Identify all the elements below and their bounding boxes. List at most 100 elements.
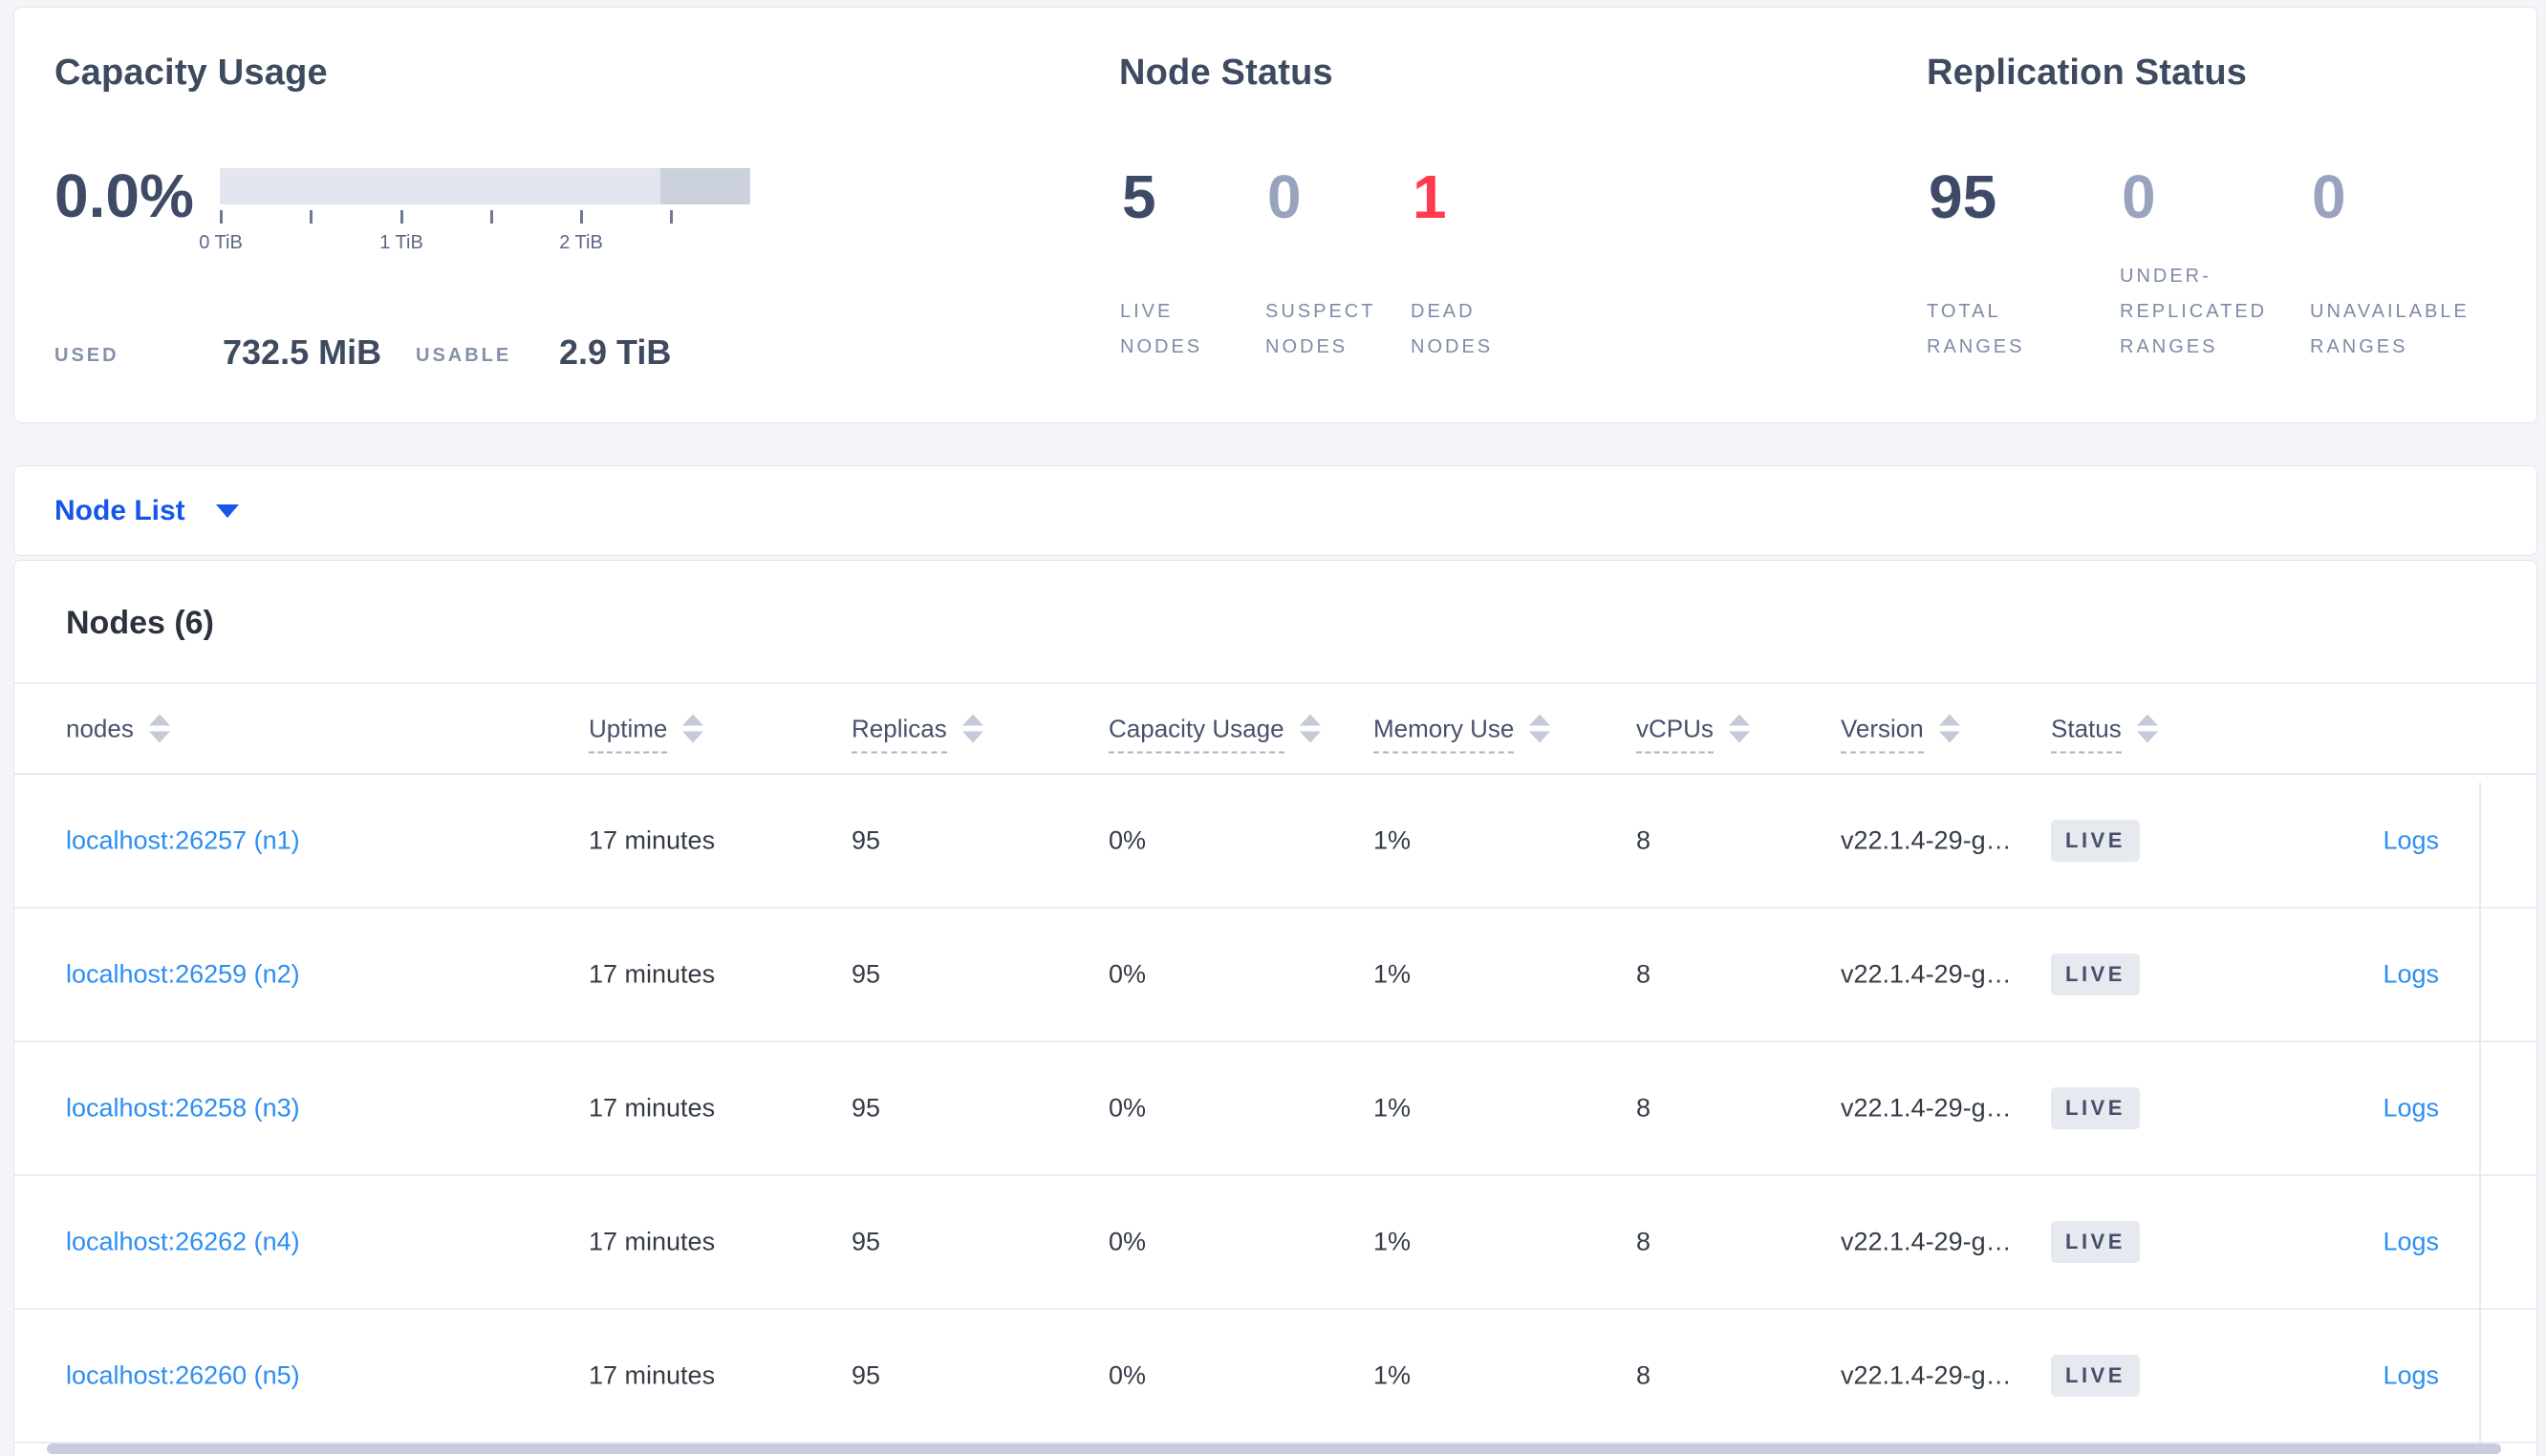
nodes-table-card: Nodes (6) nodes Uptime Replicas Capacity Us…	[13, 560, 2537, 1456]
column-header-label: Version	[1841, 714, 1924, 753]
table-row: localhost:26259 (n2) 17 minutes 95 0% 1% 8 v22…	[14, 909, 2536, 1042]
view-selector-card: Node List	[13, 465, 2537, 556]
cell-node: localhost:26259 (n2)	[66, 960, 300, 990]
node-link[interactable]: localhost:26260 (n5)	[66, 1361, 300, 1390]
node-status-stat-value: 1	[1413, 162, 1447, 231]
column-header-capacity-usage[interactable]: Capacity Usage	[1109, 714, 1321, 753]
used-label: USED	[54, 345, 119, 366]
cluster-summary-card: Capacity Usage 0.0% 0 TiB 1 TiB 2 TiB USED…	[13, 7, 2537, 423]
sort-icon[interactable]	[1728, 714, 1750, 743]
replication-stat-label: UNDER-REPLICATED RANGES	[2120, 266, 2268, 357]
capacity-bar-tick	[310, 210, 313, 224]
cell-status: LIVE	[2051, 1355, 2140, 1397]
node-list-dropdown[interactable]: Node List	[54, 466, 239, 555]
node-status-stat-label: DEAD NODES	[1411, 301, 1494, 357]
column-header-version[interactable]: Version	[1841, 714, 1960, 753]
node-status-title: Node Status	[1119, 53, 1333, 93]
capacity-tick-label: 2 TiB	[559, 232, 603, 253]
node-status-stat: 5 LIVE NODES	[1120, 166, 1254, 365]
status-badge: LIVE	[2051, 820, 2140, 862]
sort-icon[interactable]	[961, 714, 983, 743]
capacity-tick-label: 1 TiB	[379, 232, 423, 253]
cell-logs: Logs	[2383, 1094, 2439, 1124]
table-row: localhost:26257 (n1) 17 minutes 95 0% 1% 8 v22…	[14, 775, 2536, 909]
node-status-stat-value: 0	[1267, 162, 1302, 231]
cell-memory-use: 1%	[1373, 825, 1412, 855]
sort-icon[interactable]	[148, 714, 170, 743]
usable-label: USABLE	[416, 345, 512, 366]
cell-version: v22.1.4-29-g…	[1841, 959, 2012, 989]
cell-capacity-usage: 0%	[1109, 1227, 1147, 1256]
used-value: 732.5 MiB	[223, 332, 382, 372]
logs-link[interactable]: Logs	[2383, 1361, 2439, 1390]
column-header-label: Uptime	[589, 714, 668, 753]
cell-memory-use: 1%	[1373, 1360, 1412, 1390]
nodes-table-body: localhost:26257 (n1) 17 minutes 95 0% 1% 8 v22…	[14, 775, 2536, 1444]
cell-capacity-usage: 0%	[1109, 1360, 1147, 1390]
cell-status: LIVE	[2051, 1221, 2140, 1263]
cell-version: v22.1.4-29-g…	[1841, 1093, 2012, 1123]
sort-icon[interactable]	[1529, 714, 1551, 743]
replication-stat-value: 0	[2312, 162, 2346, 231]
cell-status: LIVE	[2051, 1087, 2140, 1129]
nodes-table-header-row: nodes Uptime Replicas Capacity Usage Memory …	[14, 682, 2536, 775]
cell-replicas: 95	[852, 1227, 881, 1256]
replication-status-title: Replication Status	[1927, 53, 2248, 93]
column-header-replicas[interactable]: Replicas	[852, 714, 983, 753]
sort-icon[interactable]	[682, 714, 704, 743]
column-header-label: Replicas	[852, 714, 947, 753]
cell-uptime: 17 minutes	[589, 1360, 716, 1390]
logs-link[interactable]: Logs	[2383, 826, 2439, 855]
chevron-down-icon	[215, 503, 239, 518]
status-badge: LIVE	[2051, 1087, 2140, 1129]
replication-stat: 0 UNAVAILABLE RANGES	[2310, 166, 2525, 365]
logs-link[interactable]: Logs	[2383, 960, 2439, 989]
cell-replicas: 95	[852, 825, 881, 855]
cell-logs: Logs	[2383, 1361, 2439, 1391]
capacity-bar-tick	[490, 210, 493, 224]
capacity-usage-bar	[220, 168, 750, 204]
cell-version: v22.1.4-29-g…	[1841, 1227, 2012, 1256]
replication-stat-label: TOTAL RANGES	[1927, 301, 2025, 357]
cell-vcpus: 8	[1636, 1227, 1651, 1256]
nodes-table-title: Nodes (6)	[66, 605, 214, 641]
capacity-bar-tick	[670, 210, 673, 224]
cell-capacity-usage: 0%	[1109, 1093, 1147, 1123]
cell-status: LIVE	[2051, 820, 2140, 862]
cell-replicas: 95	[852, 959, 881, 989]
horizontal-scrollbar-thumb[interactable]	[47, 1444, 2501, 1454]
capacity-bar-tick	[580, 210, 583, 224]
node-link[interactable]: localhost:26257 (n1)	[66, 826, 300, 855]
column-header-memory-use[interactable]: Memory Use	[1373, 714, 1551, 753]
cell-status: LIVE	[2051, 953, 2140, 996]
column-header-vcpus[interactable]: vCPUs	[1636, 714, 1750, 753]
vertical-scrollbar-track[interactable]	[2479, 782, 2481, 1442]
sort-icon[interactable]	[2136, 714, 2158, 743]
cell-node: localhost:26257 (n1)	[66, 826, 300, 856]
node-link[interactable]: localhost:26262 (n4)	[66, 1228, 300, 1256]
node-link[interactable]: localhost:26258 (n3)	[66, 1094, 300, 1123]
cell-uptime: 17 minutes	[589, 825, 716, 855]
node-status-stat-label: SUSPECT NODES	[1265, 301, 1376, 357]
column-header-uptime[interactable]: Uptime	[589, 714, 704, 753]
table-row: localhost:26260 (n5) 17 minutes 95 0% 1% 8 v22…	[14, 1310, 2536, 1444]
cell-uptime: 17 minutes	[589, 1227, 716, 1256]
cluster-overview-page: Capacity Usage 0.0% 0 TiB 1 TiB 2 TiB USED…	[0, 0, 2546, 1456]
node-status-stat: 0 SUSPECT NODES	[1265, 166, 1399, 365]
column-header-nodes[interactable]: nodes	[66, 714, 170, 743]
capacity-bar-reserved-segment	[660, 168, 750, 204]
cell-replicas: 95	[852, 1360, 881, 1390]
cell-capacity-usage: 0%	[1109, 825, 1147, 855]
column-header-label: vCPUs	[1636, 714, 1714, 753]
replication-stat-value: 0	[2122, 162, 2156, 231]
logs-link[interactable]: Logs	[2383, 1228, 2439, 1256]
node-link[interactable]: localhost:26259 (n2)	[66, 960, 300, 989]
cell-version: v22.1.4-29-g…	[1841, 1360, 2012, 1390]
logs-link[interactable]: Logs	[2383, 1094, 2439, 1123]
sort-icon[interactable]	[1938, 714, 1960, 743]
status-badge: LIVE	[2051, 953, 2140, 996]
cell-logs: Logs	[2383, 960, 2439, 990]
replication-stat-label: UNAVAILABLE RANGES	[2310, 301, 2470, 357]
sort-icon[interactable]	[1299, 714, 1321, 743]
column-header-status[interactable]: Status	[2051, 714, 2158, 753]
